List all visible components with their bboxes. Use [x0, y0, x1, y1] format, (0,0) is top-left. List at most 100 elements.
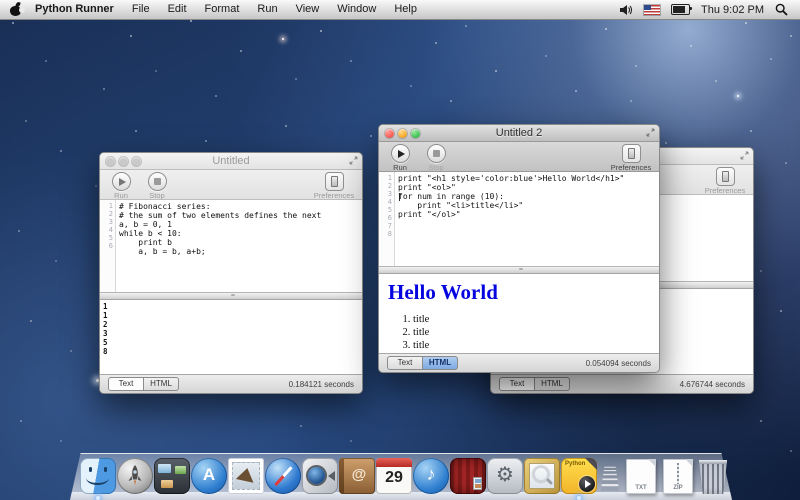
- window1-titlebar[interactable]: Untitled: [100, 153, 362, 170]
- run-timing: 4.676744 seconds: [680, 380, 745, 389]
- run-button[interactable]: Run: [108, 172, 134, 200]
- zoom-button[interactable]: [132, 157, 141, 166]
- window2-code-editor[interactable]: 1 2 3 4 5 6 7 8 print "<h1 style='color:…: [379, 172, 659, 266]
- window1-bottom-bar: Text HTML 0.184121 seconds: [100, 374, 362, 393]
- window1-code-editor[interactable]: 1 2 3 4 5 6 # Fibonacci series: # the su…: [100, 200, 362, 292]
- menu-window[interactable]: Window: [328, 0, 385, 19]
- photo-booth-icon[interactable]: [450, 458, 486, 494]
- html-tab[interactable]: HTML: [535, 377, 570, 391]
- window1-splitter[interactable]: [100, 292, 362, 300]
- trash-icon[interactable]: [697, 460, 729, 494]
- zip-label: ZIP: [663, 485, 693, 491]
- text-tab[interactable]: Text: [387, 356, 423, 370]
- menu-status-area: Thu 9:02 PM: [619, 3, 800, 16]
- running-indicator: [577, 496, 581, 500]
- list-item: title: [413, 327, 659, 340]
- system-preferences-icon[interactable]: ⚙: [487, 458, 523, 494]
- minimize-button[interactable]: [398, 129, 407, 138]
- python-runner-icon[interactable]: Python: [561, 458, 597, 494]
- desktop: Python Runner File Edit Format Run View …: [0, 0, 800, 500]
- finder-icon[interactable]: [80, 458, 116, 494]
- preferences-button[interactable]: Preferences: [312, 172, 356, 200]
- text-tab[interactable]: Text: [108, 377, 144, 391]
- html-tab[interactable]: HTML: [423, 356, 458, 370]
- window2-titlebar[interactable]: Untitled 2: [379, 125, 659, 142]
- preferences-button[interactable]: Preferences: [609, 144, 653, 172]
- menu-format[interactable]: Format: [196, 0, 249, 19]
- facetime-icon[interactable]: [302, 458, 338, 494]
- zip-document-icon[interactable]: ZIP: [663, 459, 693, 494]
- output-line: 2: [100, 320, 362, 329]
- menu-view[interactable]: View: [287, 0, 329, 19]
- us-flag-icon[interactable]: [644, 5, 660, 15]
- window2-bottom-bar: Text HTML 0.054094 seconds: [379, 353, 659, 372]
- code-line: # the sum of two elements defines the ne…: [119, 211, 362, 220]
- minimize-button[interactable]: [119, 157, 128, 166]
- calendar-icon[interactable]: 29: [376, 458, 412, 494]
- txt-label: TXT: [626, 485, 656, 491]
- text-tab[interactable]: Text: [499, 377, 535, 391]
- mission-control-icon[interactable]: [154, 458, 190, 494]
- itunes-icon[interactable]: ♪: [413, 458, 449, 494]
- line-number: 6: [100, 242, 113, 250]
- code-line: print "</ol>": [398, 210, 659, 219]
- volume-icon[interactable]: [619, 4, 633, 16]
- line-number: 2: [379, 182, 392, 190]
- battery-icon[interactable]: [671, 4, 690, 15]
- preferences-button[interactable]: Preferences: [703, 167, 747, 195]
- output-line: 1: [100, 302, 362, 311]
- run-icon: [112, 172, 131, 191]
- run-icon: [391, 144, 410, 163]
- line-number: 8: [379, 230, 392, 238]
- output-line: 1: [100, 311, 362, 320]
- line-number: 5: [379, 206, 392, 214]
- app-store-icon[interactable]: A: [191, 458, 227, 494]
- fullscreen-icon[interactable]: [646, 128, 655, 137]
- txt-document-icon[interactable]: TXT: [626, 459, 656, 494]
- zoom-button[interactable]: [411, 129, 420, 138]
- line-number: 5: [100, 234, 113, 242]
- python-runner-label: Python: [565, 461, 585, 467]
- preferences-icon: [325, 172, 344, 191]
- launchpad-icon[interactable]: [117, 458, 153, 494]
- preferences-label: Preferences: [314, 191, 354, 200]
- rendered-h1: Hello World: [388, 280, 659, 305]
- apple-menu-icon[interactable]: [10, 3, 22, 16]
- preview-icon[interactable]: [524, 458, 560, 494]
- bright-star: [737, 95, 739, 97]
- stop-button[interactable]: Stop: [423, 144, 449, 172]
- menu-clock[interactable]: Thu 9:02 PM: [701, 4, 764, 16]
- menu-file[interactable]: File: [123, 0, 159, 19]
- list-item: title: [413, 340, 659, 353]
- window2-splitter[interactable]: [379, 266, 659, 274]
- stop-button[interactable]: Stop: [144, 172, 170, 200]
- output-mode-switch: Text HTML: [108, 377, 179, 391]
- list-item: title: [413, 314, 659, 327]
- window2-toolbar: Run Stop Preferences: [379, 142, 659, 172]
- spotlight-icon[interactable]: [775, 3, 788, 16]
- menu-edit[interactable]: Edit: [159, 0, 196, 19]
- close-button[interactable]: [385, 129, 394, 138]
- window2-output-html[interactable]: Hello World title title title title titl…: [379, 274, 659, 353]
- menu-help[interactable]: Help: [385, 0, 426, 19]
- address-book-icon[interactable]: @: [339, 458, 375, 494]
- code-line: a, b = b, a+b;: [119, 247, 362, 256]
- output-mode-switch: Text HTML: [387, 356, 458, 370]
- fullscreen-icon[interactable]: [740, 151, 749, 160]
- menu-run[interactable]: Run: [248, 0, 286, 19]
- stop-label: Stop: [428, 163, 443, 172]
- line-number: 3: [379, 190, 392, 198]
- line-number: 4: [100, 226, 113, 234]
- close-button[interactable]: [106, 157, 115, 166]
- safari-icon[interactable]: [265, 458, 301, 494]
- code-line: a, b = 0, 1: [119, 220, 362, 229]
- rendered-ordered-list: title title title title title title: [379, 314, 659, 353]
- code-line: print "<li>title</li>": [398, 201, 659, 210]
- window1-output[interactable]: 1 1 2 3 5 8: [100, 300, 362, 374]
- mail-icon[interactable]: [228, 458, 264, 494]
- menu-app-name[interactable]: Python Runner: [26, 0, 123, 19]
- fullscreen-icon[interactable]: [349, 156, 358, 165]
- html-tab[interactable]: HTML: [144, 377, 179, 391]
- stop-icon: [427, 144, 446, 163]
- run-button[interactable]: Run: [387, 144, 413, 172]
